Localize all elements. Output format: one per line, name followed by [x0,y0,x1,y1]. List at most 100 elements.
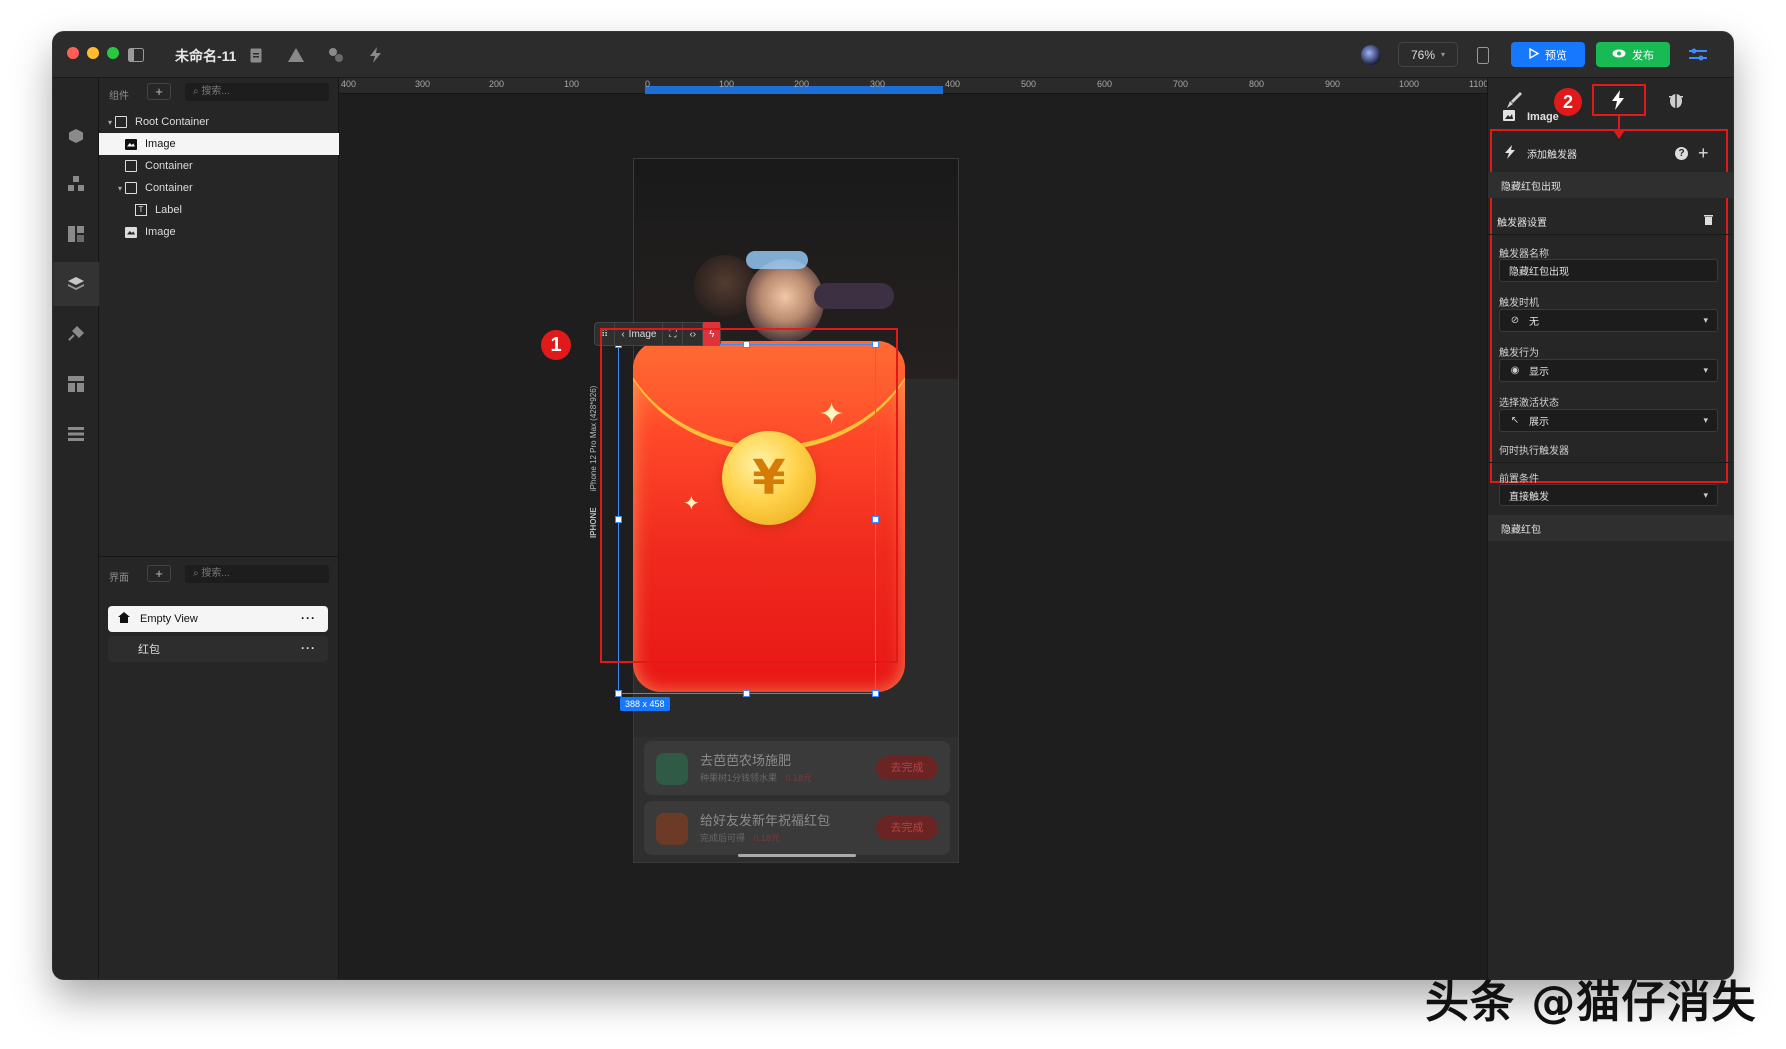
task-title: 去芭芭农场施肥 [700,753,792,768]
tree-row[interactable]: Image [99,221,339,243]
task-complete-button[interactable]: 去完成 [876,816,938,840]
resize-handle[interactable] [743,690,750,697]
chevron-down-icon: ▾ [1441,50,1446,59]
tree-row[interactable]: ▾ Container [99,177,339,199]
layers-search-placeholder: 搜索... [201,86,230,97]
component-header: Image [1488,106,1733,128]
tree-row-label: Container [145,182,193,194]
sidebar-toggle-icon[interactable] [125,44,147,66]
expand-arrow-icon[interactable]: ▾ [115,184,125,193]
add-page-button[interactable]: + [147,565,171,582]
task-subtitle: 种果树1分钱领水果 0.18元 [700,771,812,784]
task-subtitle-text: 种果树1分钱领水果 [700,773,778,783]
divider [1488,234,1733,235]
task-complete-button[interactable]: 去完成 [876,756,938,780]
tree-row-label: Image [145,138,176,150]
search-icon: ⌕ [193,568,199,579]
pages-panel-header: 界面 + ⌕ 搜索... [99,562,339,586]
device-icon[interactable] [1472,44,1494,66]
trigger-action-label: 触发行为 [1499,348,1539,359]
tree-row[interactable]: T Label [99,199,339,221]
precondition-value: 直接触发 [1509,491,1549,503]
maximize-window-button[interactable] [107,47,119,59]
more-options-icon[interactable]: ··· [301,611,316,625]
tree-row-label: Root Container [135,116,209,128]
task-subtitle-text: 完成后可得 [700,833,746,843]
add-layer-button[interactable]: + [147,83,171,100]
trash-icon[interactable] [1704,214,1713,228]
trigger-name-input[interactable]: 隐藏红包出现 [1499,259,1718,282]
task-reward: 0.18元 [785,773,813,783]
tree-row-label: Image [145,226,176,238]
resize-handle[interactable] [872,690,879,697]
title-bar: 未命名-11 76% ▾ 预览 发布 [53,32,1733,78]
ruler-label: 400 [945,79,961,89]
data-icon[interactable] [64,372,88,396]
close-window-button[interactable] [67,47,79,59]
zoom-select[interactable]: 76% ▾ [1398,42,1458,67]
image-icon [125,226,137,238]
pages-search-input[interactable]: ⌕ 搜索... [185,565,329,583]
add-trigger-button[interactable]: + [1698,143,1709,164]
file-icon[interactable] [245,44,267,66]
settings-sliders-icon[interactable] [1687,44,1709,66]
page-item-empty-view[interactable]: Empty View ··· [108,606,328,632]
publish-button[interactable]: 发布 [1596,42,1670,67]
layers-panel-header: 组件 + ⌕ 搜索... [99,80,339,104]
page-item-hongbao[interactable]: 红包 ··· [108,636,328,662]
search-icon: ⌕ [193,86,199,97]
chevron-down-icon: ▾ [1703,490,1708,500]
plugin-icon[interactable] [64,322,88,346]
task-card[interactable]: 去芭芭农场施肥 种果树1分钱领水果 0.18元 去完成 [644,741,950,795]
help-icon[interactable]: ? [1675,146,1688,160]
image-icon [1503,110,1515,124]
expand-arrow-icon[interactable]: ▾ [105,118,115,127]
activate-state-value: 展示 [1529,417,1549,428]
more-options-icon[interactable]: ··· [301,641,316,655]
trigger-settings-label: 触发器设置 [1497,217,1547,229]
trigger-item-label: 隐藏红包 [1501,524,1541,536]
layers-icon[interactable] [64,272,88,296]
ruler-label: 200 [794,79,810,89]
resize-handle[interactable] [615,690,622,697]
blocks-icon[interactable] [64,172,88,196]
precondition-label: 前置条件 [1499,474,1539,485]
list-icon[interactable] [64,422,88,446]
shapes-icon[interactable] [285,44,307,66]
home-indicator [738,854,856,857]
ruler-label: 0 [645,79,651,89]
page-item-label: Empty View [140,613,198,625]
horizontal-ruler: 400 300 200 100 0 100 200 300 400 500 60… [339,78,1487,94]
preview-button[interactable]: 预览 [1511,42,1585,67]
trigger-list-item[interactable]: 隐藏红包出现 [1488,172,1733,198]
task-card[interactable]: 给好友发新年祝福红包 完成后可得 0.18元 去完成 [644,801,950,855]
components-icon[interactable] [64,124,88,148]
design-canvas[interactable]: 400 300 200 100 0 100 200 300 400 500 60… [339,78,1487,979]
ruler-label: 300 [415,79,431,89]
tree-row-label: Container [145,160,193,172]
trigger-action-select[interactable]: ◉ 显示 ▾ [1499,359,1718,382]
templates-icon[interactable] [64,222,88,246]
image-icon [125,138,137,150]
chevron-down-icon: ▾ [1703,365,1708,375]
activate-state-select[interactable]: ↖ 展示 ▾ [1499,409,1718,432]
panel-divider[interactable] [99,556,339,557]
layers-search-input[interactable]: ⌕ 搜索... [185,83,329,101]
tree-row-selected[interactable]: Image [99,133,339,155]
ruler-label: 1000 [1399,79,1420,89]
ruler-label: 100 [564,79,580,89]
tree-row[interactable]: Container [99,155,339,177]
avatar[interactable] [1360,44,1382,66]
tree-row[interactable]: ▾ Root Container [99,111,339,133]
interaction-icon[interactable] [365,44,387,66]
assets-icon[interactable] [325,44,347,66]
when-execute-label: 何时执行触发器 [1499,446,1569,457]
highlight-box-1 [600,328,898,663]
precondition-select[interactable]: 直接触发 ▾ [1499,484,1718,506]
text-icon: T [135,204,147,216]
ruler-label: 500 [1021,79,1037,89]
trigger-list-item[interactable]: 隐藏红包 [1488,515,1733,541]
trigger-time-select[interactable]: ⊘ 无 ▾ [1499,309,1718,332]
minimize-window-button[interactable] [87,47,99,59]
container-icon [125,182,137,194]
